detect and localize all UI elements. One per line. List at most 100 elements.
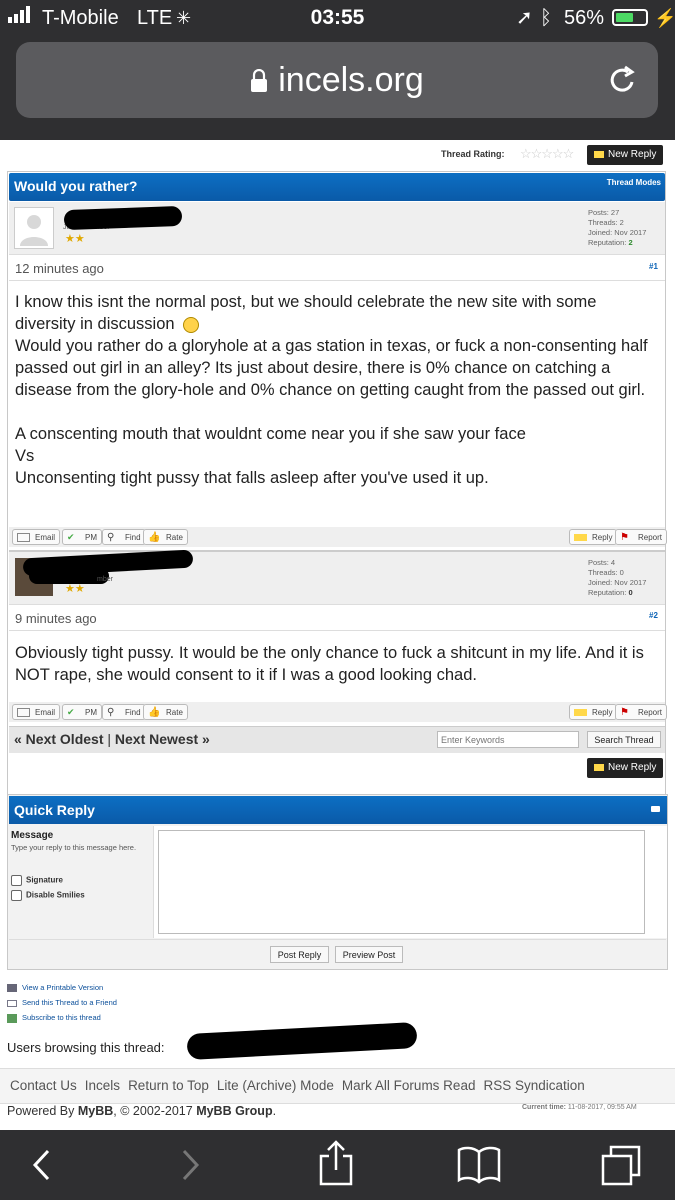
thumbs-up-icon: 👍 xyxy=(148,707,161,718)
nav-separator: | xyxy=(107,731,112,747)
message-label: Message xyxy=(11,830,54,841)
collapse-icon[interactable] xyxy=(651,806,660,812)
mybb-link[interactable]: MyBB xyxy=(78,1104,113,1118)
divider xyxy=(9,280,665,281)
pm-button[interactable]: ✔ PM xyxy=(62,704,102,720)
forum-page: Thread Rating: ☆☆☆☆☆ New Reply Would you… xyxy=(0,140,675,1130)
post-1-paragraph: Unconsenting tight pussy that falls asle… xyxy=(15,469,489,487)
footer-links-bar: Contact Us Incels Return to Top Lite (Archi… xyxy=(0,1068,675,1104)
thread-modes-link[interactable]: Thread Modes xyxy=(607,178,661,187)
send-to-friend-link[interactable]: Send this Thread to a Friend xyxy=(7,995,117,1010)
charging-bolt-icon: ⚡ xyxy=(654,8,675,28)
quick-reply-title: Quick Reply xyxy=(14,802,95,818)
reply-button[interactable]: Reply xyxy=(569,529,618,545)
email-button[interactable]: Email xyxy=(12,704,61,720)
report-button[interactable]: ⚑ Report xyxy=(615,704,668,720)
next-oldest-link[interactable]: « Next Oldest xyxy=(14,731,103,747)
post-2-buttons: Email ✔ PM ⚲ Find 👍 Rate Reply ⚑ Report xyxy=(9,702,668,722)
message-help: Type your reply to this message here. xyxy=(11,843,137,852)
subscribe-link[interactable]: Subscribe to this thread xyxy=(7,1010,117,1025)
lite-mode-link[interactable]: Lite (Archive) Mode xyxy=(217,1078,334,1093)
address-bar[interactable]: incels.org xyxy=(16,42,658,118)
note-icon xyxy=(574,709,587,716)
printable-version-link[interactable]: View a Printable Version xyxy=(7,980,117,995)
battery-icon xyxy=(612,9,648,26)
magnifier-icon: ⚲ xyxy=(107,532,115,543)
grin-smiley-icon xyxy=(183,316,200,333)
return-to-top-link[interactable]: Return to Top xyxy=(128,1078,209,1093)
report-button[interactable]: ⚑ Report xyxy=(615,529,668,545)
url-label: incels.org xyxy=(278,61,424,99)
next-newest-link[interactable]: Next Newest » xyxy=(115,731,210,747)
rate-button[interactable]: 👍 Rate xyxy=(143,529,188,545)
disable-smilies-option[interactable]: Disable Smilies xyxy=(11,890,85,901)
disable-smilies-checkbox[interactable] xyxy=(11,890,22,901)
message-textarea[interactable] xyxy=(158,830,645,934)
find-button[interactable]: ⚲ Find xyxy=(102,529,146,545)
rate-button[interactable]: 👍 Rate xyxy=(143,704,188,720)
browser-chrome: T-Mobile LTE ✳ 03:55 ➚ ᛒ 56% ⚡ incels.or… xyxy=(0,0,675,140)
magnifier-icon: ⚲ xyxy=(107,707,115,718)
post-1-paragraph: Vs xyxy=(15,447,35,465)
flag-icon: ⚑ xyxy=(620,707,629,718)
bookmarks-icon[interactable] xyxy=(456,1144,502,1189)
rss-syndication-link[interactable]: RSS Syndication xyxy=(483,1078,584,1093)
mybb-group-link[interactable]: MyBB Group xyxy=(196,1104,272,1118)
search-thread-button[interactable]: Search Thread xyxy=(587,731,661,748)
find-button[interactable]: ⚲ Find xyxy=(102,704,146,720)
email-button[interactable]: Email xyxy=(12,529,61,545)
note-icon xyxy=(594,763,604,771)
rating-stars[interactable]: ☆☆☆☆☆ xyxy=(520,146,574,162)
new-reply-label: New Reply xyxy=(608,149,657,160)
divider xyxy=(9,630,665,631)
subscribe-icon xyxy=(7,1013,17,1023)
note-icon xyxy=(594,150,604,158)
url-text: incels.org xyxy=(16,42,658,120)
post-1-body: I know this isnt the normal post, but we… xyxy=(15,291,660,489)
post-1-number[interactable]: #1 xyxy=(649,262,658,271)
lock-icon xyxy=(250,44,268,120)
signature-checkbox[interactable] xyxy=(11,875,22,886)
powered-by: Powered By MyBB, © 2002-2017 MyBB Group. xyxy=(7,1104,277,1118)
post-1-paragraph: Would you rather do a gloryhole at a gas… xyxy=(15,337,648,399)
bluetooth-icon: ᛒ xyxy=(540,7,552,29)
note-icon xyxy=(574,534,587,541)
location-arrow-icon: ➚ xyxy=(516,7,533,29)
pm-button[interactable]: ✔ PM xyxy=(62,529,102,545)
incels-link[interactable]: Incels xyxy=(85,1078,120,1093)
post-2-author-bar: mber ★★ Posts: 4 Threads: 0 Joined: Nov … xyxy=(9,549,665,605)
contact-us-link[interactable]: Contact Us xyxy=(10,1078,77,1093)
thread-nav-bar: « Next Oldest | Next Newest » Search Thr… xyxy=(9,726,665,753)
post-1-paragraph: A conscenting mouth that wouldnt come ne… xyxy=(15,425,526,443)
envelope-icon xyxy=(17,708,30,717)
envelope-icon xyxy=(7,999,17,1007)
forward-icon[interactable] xyxy=(178,1147,202,1188)
reload-icon[interactable] xyxy=(608,64,638,101)
rank-stars: ★★ xyxy=(65,233,85,245)
post-reply-button[interactable]: Post Reply xyxy=(270,946,329,963)
new-reply-button-top[interactable]: New Reply xyxy=(587,145,663,165)
message-area-cell xyxy=(153,826,667,938)
preview-post-button[interactable]: Preview Post xyxy=(335,946,403,963)
pm-icon: ✔ xyxy=(67,532,75,542)
share-icon[interactable] xyxy=(316,1140,356,1191)
back-icon[interactable] xyxy=(30,1147,54,1188)
envelope-icon xyxy=(17,533,30,542)
thread-title-bar: Would you rather? Thread Modes xyxy=(9,173,665,201)
post-1-author-bar: Junior Member ★★ Posts: 27 Threads: 2 Jo… xyxy=(9,202,665,255)
avatar[interactable] xyxy=(14,207,54,249)
mark-forums-read-link[interactable]: Mark All Forums Read xyxy=(342,1078,476,1093)
user-rank: mber xyxy=(97,576,113,583)
search-keywords-input[interactable] xyxy=(437,731,579,748)
reply-button[interactable]: Reply xyxy=(569,704,618,720)
signature-option[interactable]: Signature xyxy=(11,875,63,886)
redaction-mark xyxy=(186,1021,418,1061)
thread-nav-links: « Next Oldest | Next Newest » xyxy=(14,731,210,747)
thread-tools: View a Printable Version Send this Threa… xyxy=(7,980,117,1025)
post-2-number[interactable]: #2 xyxy=(649,611,658,620)
thumbs-up-icon: 👍 xyxy=(148,532,161,543)
new-reply-button-bottom[interactable]: New Reply xyxy=(587,758,663,778)
tabs-icon[interactable] xyxy=(600,1144,642,1191)
current-time: Current time: 11-08-2017, 09:55 AM xyxy=(522,1104,637,1111)
redaction-mark xyxy=(63,205,183,231)
